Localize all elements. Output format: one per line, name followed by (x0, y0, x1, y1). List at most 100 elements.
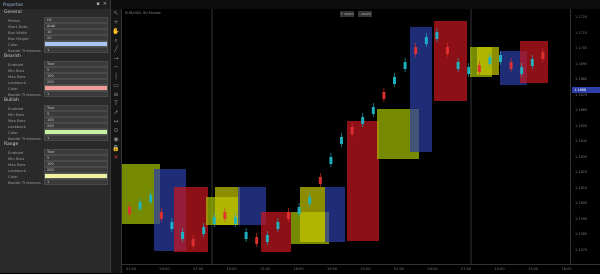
candle-body[interactable] (382, 92, 386, 99)
range-box[interactable] (410, 27, 432, 152)
price-tick-label: 1.1650 (575, 123, 588, 128)
candle-body[interactable] (541, 52, 545, 59)
property-label: Color (8, 173, 18, 179)
ray-icon[interactable]: → (111, 54, 121, 63)
trash-icon[interactable]: ✕ (111, 153, 121, 162)
candle-body[interactable] (255, 237, 259, 244)
candle-body[interactable] (212, 217, 216, 224)
candle-body[interactable] (191, 239, 195, 246)
lock-icon[interactable]: 🔒 (111, 144, 121, 153)
pin-icon[interactable]: ▪ (96, 2, 99, 7)
price-tick-label: 1.1700 (575, 46, 588, 50)
candle-body[interactable] (329, 157, 333, 164)
measure-icon[interactable]: ↔ (111, 117, 121, 126)
candle-body[interactable] (308, 197, 312, 204)
candle-body[interactable] (530, 59, 534, 66)
property-label: Min Bars (8, 67, 25, 73)
close-icon[interactable]: × (103, 2, 107, 7)
cursor-icon[interactable]: ↖ (111, 9, 121, 18)
candle-body[interactable] (509, 62, 513, 69)
bearish-box[interactable] (434, 21, 467, 101)
magnet-icon[interactable]: ⊙ (111, 126, 121, 135)
range-box[interactable] (325, 187, 345, 242)
drawing-toolbar: ↖ + ✋ ⌕ ╱ → ─ │ ▭ ≡ T ➚ ↔ ⊙ ◉ 🔒 ✕ (111, 9, 122, 273)
candle-body[interactable] (234, 217, 237, 224)
property-row: Border Thickness 1 (0, 179, 110, 185)
candle-body[interactable] (424, 37, 428, 44)
candle-body[interactable] (265, 235, 269, 242)
candle-body[interactable] (361, 117, 365, 124)
rect-icon[interactable]: ▭ (111, 81, 121, 90)
property-value[interactable]: 1 (44, 91, 108, 97)
candle-body[interactable] (223, 212, 227, 219)
candle-body[interactable] (318, 177, 322, 184)
candle-body[interactable] (467, 67, 471, 74)
candle-body[interactable] (414, 47, 418, 54)
candle-body[interactable] (159, 212, 163, 219)
price-tick-label: 1.1680 (575, 77, 588, 81)
candle-body[interactable] (499, 55, 502, 62)
chart-area[interactable] (122, 9, 570, 264)
property-row: Border Thickness 1 (0, 47, 110, 53)
candle-body[interactable] (456, 62, 460, 69)
bearish-box[interactable] (174, 187, 208, 252)
panel-header: Properties ▪ × (0, 0, 110, 9)
property-value[interactable]: 1 (44, 135, 108, 141)
line-icon[interactable]: ╱ (111, 45, 121, 54)
arrow-icon[interactable]: ➚ (111, 108, 121, 117)
section-title[interactable]: Bullish (0, 97, 110, 105)
candle-body[interactable] (138, 202, 142, 209)
property-label: Border Thickness (8, 135, 41, 141)
candle-body[interactable] (520, 67, 524, 74)
bearish-box[interactable] (520, 41, 548, 83)
hand-icon[interactable]: ✋ (111, 27, 121, 36)
candlestick-chart[interactable] (122, 9, 570, 264)
candle-body[interactable] (393, 77, 396, 84)
zoom-icon[interactable]: ⌕ (111, 36, 121, 45)
candle-body[interactable] (340, 137, 343, 144)
candle-body[interactable] (477, 65, 481, 72)
candle-body[interactable] (488, 57, 492, 64)
price-axis[interactable]: 1.1688 1.1720 1.1710 1.1700 1.1690 1.1680 1.1… (570, 9, 600, 264)
price-tick-label: 1.1610 (575, 185, 588, 190)
candle-body[interactable] (297, 207, 301, 214)
candle-body[interactable] (276, 222, 280, 229)
price-tick-label: 1.1640 (575, 139, 588, 143)
property-row: Border Thickness 1 (0, 91, 110, 97)
candle-body[interactable] (371, 107, 375, 114)
hline-icon[interactable]: ─ (111, 63, 121, 72)
property-label: Max Bars (8, 161, 26, 167)
candle-body[interactable] (244, 232, 248, 239)
candle-body[interactable] (403, 62, 407, 69)
candle-body[interactable] (435, 32, 439, 39)
bearish-box[interactable] (261, 212, 291, 252)
candle-body[interactable] (287, 212, 290, 219)
time-tick-label: 22:00 (360, 267, 371, 271)
candle-body[interactable] (202, 227, 206, 234)
text-icon[interactable]: T (111, 99, 121, 108)
property-label: Min Bars (8, 155, 25, 161)
section-title[interactable]: Range (0, 141, 110, 149)
candle-body[interactable] (170, 222, 174, 229)
eye-icon[interactable]: ◉ (111, 135, 121, 144)
property-label: Max Bars (8, 73, 26, 79)
price-tick-label: 1.1670 (575, 92, 588, 97)
candle-body[interactable] (446, 47, 449, 54)
vline-icon[interactable]: │ (111, 72, 121, 81)
zoom-out-button[interactable]: - zoom (358, 11, 372, 17)
candle-body[interactable] (128, 207, 131, 214)
range-box[interactable] (300, 187, 325, 242)
fib-icon[interactable]: ≡ (111, 90, 121, 99)
bearish-box[interactable] (347, 121, 379, 241)
crosshair-icon[interactable]: + (111, 18, 121, 27)
section-title[interactable]: Bearish (0, 53, 110, 61)
property-value[interactable]: 1 (44, 179, 108, 185)
section-title[interactable]: General (0, 9, 110, 17)
candle-body[interactable] (181, 232, 184, 239)
candle-body[interactable] (149, 195, 153, 202)
property-value[interactable]: 1 (44, 47, 108, 53)
time-tick-label: 07:00 (193, 267, 204, 271)
candle-body[interactable] (350, 127, 354, 134)
zoom-in-button[interactable]: + zoom (340, 11, 354, 17)
property-label: Box Height (8, 35, 29, 41)
